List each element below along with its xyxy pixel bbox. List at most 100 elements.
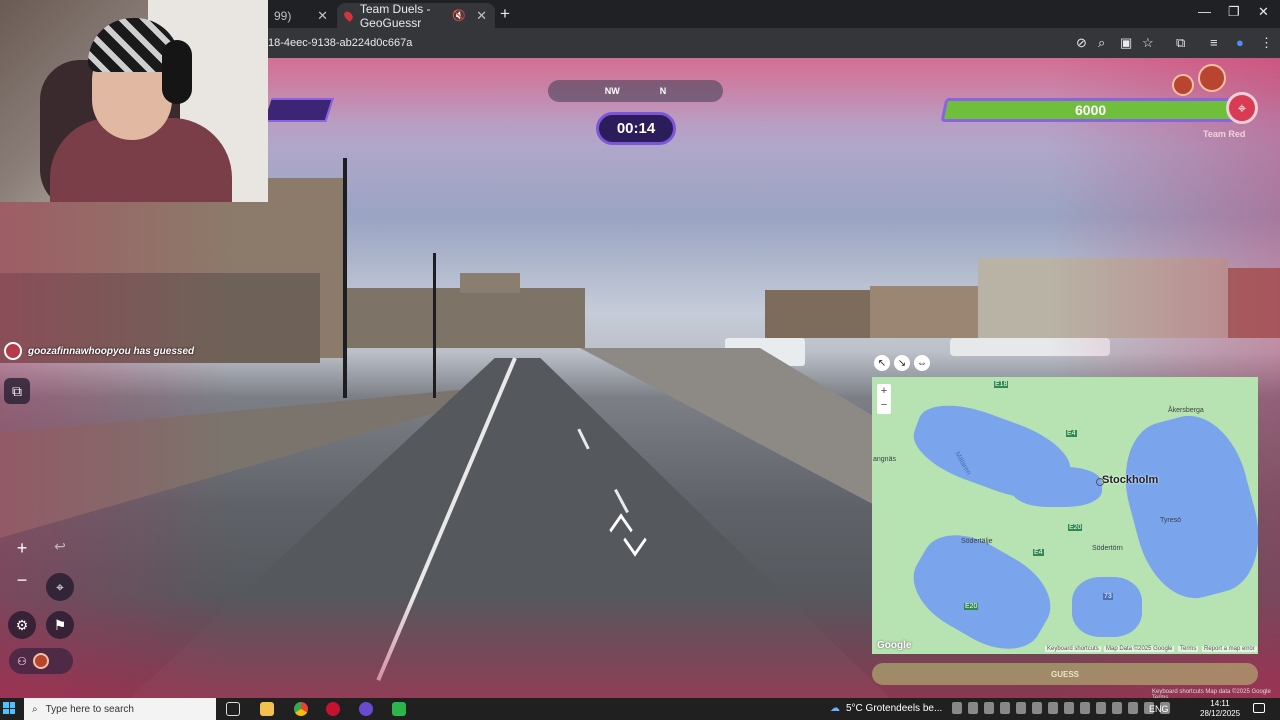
map-keyboard-shortcuts[interactable]: Keyboard shortcuts (1045, 646, 1101, 652)
taskbar-search[interactable]: ⌕ Type here to search (24, 698, 216, 720)
bookmark-star-icon[interactable]: ☆ (1142, 35, 1154, 51)
weather-widget[interactable]: ☁ 5°C Grotendeels be... (830, 703, 942, 714)
language-indicator[interactable]: ENG (1149, 704, 1169, 714)
windows-start-icon[interactable] (3, 702, 15, 714)
profile-icon[interactable]: ● (1236, 35, 1244, 50)
system-tray[interactable] (952, 702, 1170, 714)
road-badge: E4 (1066, 430, 1077, 437)
road-badge: E20 (1068, 524, 1083, 531)
road-badge: E18 (994, 381, 1009, 388)
media-icon[interactable]: ≡ (1210, 35, 1218, 50)
opponent-health-bar (264, 98, 334, 122)
clock[interactable]: 14:11 28/12/2025 (1200, 699, 1240, 719)
map-label: Södertörn (1092, 545, 1123, 552)
map-label: angnäs (873, 456, 896, 463)
app-icon[interactable] (326, 702, 340, 716)
close-tab-icon[interactable]: ✕ (317, 8, 328, 24)
map-size-controls: ↖ ↘ ⇔ (874, 355, 930, 371)
menu-icon[interactable]: ⋮ (1260, 35, 1273, 51)
clock-date: 28/12/2025 (1200, 709, 1241, 718)
compass-n: N (659, 86, 667, 96)
road-badge: E20 (964, 603, 979, 610)
guess-map[interactable] (872, 377, 1258, 654)
chrome-icon[interactable] (294, 702, 308, 716)
close-window-icon[interactable]: ✕ (1258, 4, 1269, 20)
map-report-error[interactable]: Report a map error (1202, 646, 1257, 652)
tab-label: 99) (274, 8, 292, 23)
new-tab-icon[interactable]: + (500, 4, 510, 24)
chat-icon[interactable]: ⧉ (4, 378, 30, 404)
map-city-label: Stockholm (1095, 474, 1159, 486)
map-label: Åkersberga (1168, 407, 1204, 414)
location-pin-icon: ⌖ (1226, 92, 1258, 124)
guess-notification: goozafinnawhoopyou has guessed (4, 342, 194, 360)
teammate-avatar (1172, 74, 1194, 96)
grand-hotel (978, 258, 1228, 338)
guess-button[interactable]: GUESS (872, 663, 1258, 685)
map-label: Tyresö (1160, 517, 1182, 524)
url-text[interactable]: 18-4eec-9138-ab224d0c667a (268, 37, 412, 49)
cast-icon[interactable]: ▣ (1120, 35, 1132, 51)
mute-icon[interactable]: 🔇 (452, 9, 466, 22)
google-logo: Google (877, 640, 912, 651)
weather-text: 5°C Grotendeels be... (846, 703, 943, 714)
return-to-start-icon[interactable]: ⌖ (46, 573, 74, 601)
webcam-overlay (0, 0, 268, 202)
team-label: Team Red (1203, 129, 1246, 139)
eye-off-icon[interactable]: ⊘ (1076, 35, 1087, 51)
tab-label: Team Duels - GeoGuessr (359, 1, 431, 30)
right-building (870, 286, 980, 338)
search-placeholder: Type here to search (45, 703, 134, 715)
zoom-in-icon[interactable]: + (10, 538, 34, 559)
geoguessr-favicon-icon (342, 9, 355, 22)
compass: NW N (548, 80, 723, 102)
boats (950, 338, 1110, 356)
team-icon: ⚇ (17, 655, 27, 668)
lamp-post (433, 253, 436, 398)
webcam-headphones (162, 40, 192, 104)
lake-water (1012, 467, 1102, 507)
map-terms[interactable]: Terms (1178, 646, 1199, 652)
archipelago-water (1110, 404, 1258, 610)
guesser-avatar (4, 342, 22, 360)
emote-button[interactable]: ⚇ (9, 648, 73, 674)
road-badge: E4 (1033, 549, 1044, 556)
distant-dome (460, 273, 520, 293)
player-avatar (1198, 64, 1226, 92)
right-building (1228, 268, 1280, 338)
tab-previous[interactable]: 99) ✕ (266, 3, 336, 28)
compass-nw: NW (604, 86, 620, 96)
windows-taskbar: ⌕ Type here to search ☁ 5°C Grotendeels … (0, 698, 1280, 720)
emote-avatar-icon (32, 653, 49, 669)
tab-geoguessr[interactable]: Team Duels - GeoGuessr 🔇 ✕ (337, 1, 495, 30)
undo-icon[interactable]: ↩ (48, 538, 72, 555)
extensions-icon[interactable]: ⧉ (1176, 35, 1185, 51)
weather-icon: ☁ (830, 703, 840, 714)
task-view-icon[interactable] (226, 702, 240, 716)
notification-text: goozafinnawhoopyou has guessed (28, 345, 195, 357)
map-expand-icon[interactable]: ↖ (874, 355, 890, 371)
clock-time: 14:11 (1210, 699, 1230, 708)
team-health-bar: 6000 (940, 98, 1242, 122)
app-icon[interactable] (392, 702, 406, 716)
map-data-credit: Map Data ©2025 Google (1104, 646, 1175, 652)
flag-icon[interactable]: ⚑ (46, 611, 74, 639)
minimize-icon[interactable]: — (1198, 4, 1211, 19)
close-tab-icon[interactable]: ✕ (476, 8, 487, 24)
map-zoom-control[interactable]: + − (877, 384, 891, 414)
zoom-out-icon[interactable]: − (10, 570, 34, 591)
notification-icon[interactable] (1253, 703, 1265, 713)
zoom-icon[interactable]: ⌕ (1098, 35, 1105, 51)
round-timer: 00:14 (596, 112, 676, 145)
app-icon[interactable] (359, 702, 373, 716)
map-shrink-icon[interactable]: ↘ (894, 355, 910, 371)
health-value: 6000 (1075, 102, 1107, 118)
road-badge: 73 (1103, 593, 1113, 600)
file-explorer-icon[interactable] (260, 702, 274, 716)
map-pin-toggle-icon[interactable]: ⇔ (914, 355, 930, 371)
restore-icon[interactable]: ❐ (1228, 4, 1240, 20)
map-label: Södertälje (961, 538, 993, 545)
settings-gear-icon[interactable]: ⚙ (8, 611, 36, 639)
right-building (765, 290, 870, 338)
bay-water (1072, 577, 1142, 637)
